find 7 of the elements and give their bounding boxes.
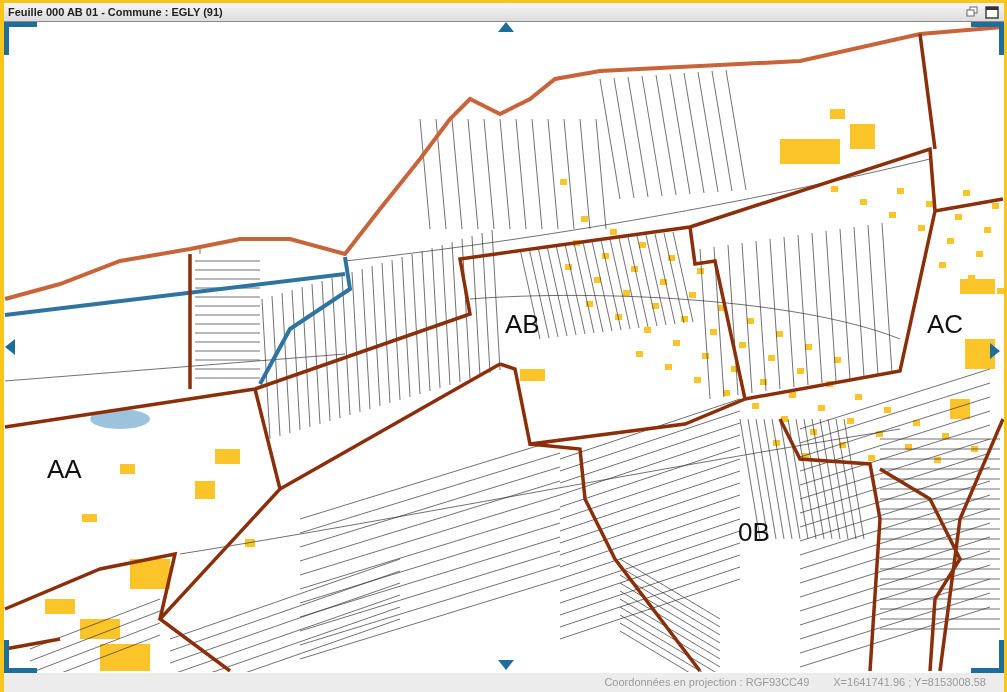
cursor-coordinates: X=1641741.96 ; Y=8153008.58 [833,675,986,690]
section-label: 0B [738,519,770,545]
window-title: Feuille 000 AB 01 - Commune : EGLY (91) [8,4,223,20]
section-label: AA [47,456,82,482]
projection-label: Coordonnées en projection : RGF93CC49 [604,675,810,690]
section-label: AB [505,311,540,337]
section-label: AC [927,311,964,337]
